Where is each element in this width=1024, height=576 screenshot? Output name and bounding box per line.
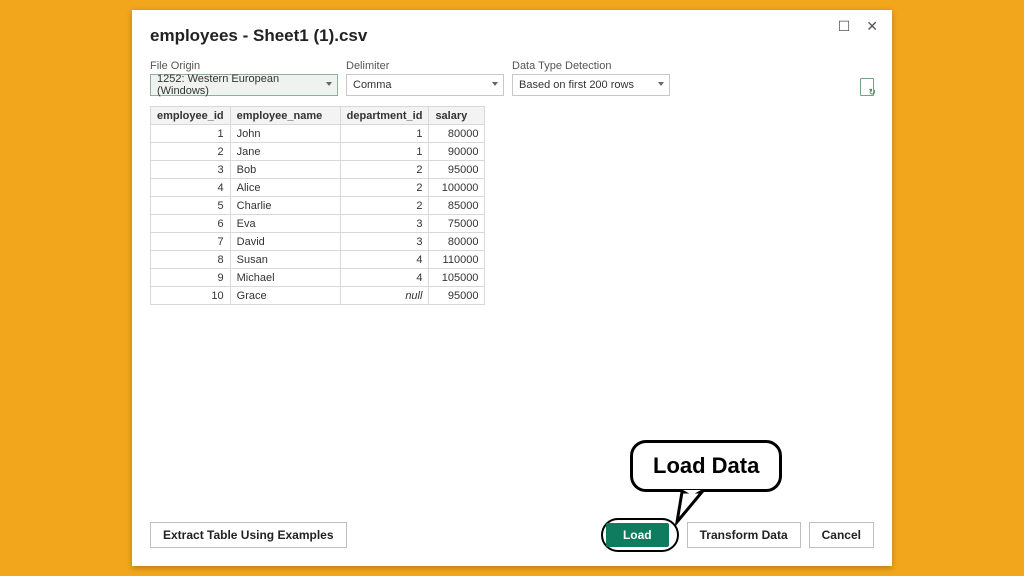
detection-dropdown[interactable]: Based on first 200 rows (512, 74, 670, 96)
cell: 2 (151, 143, 231, 161)
delimiter-label: Delimiter (346, 60, 504, 72)
cell: 75000 (429, 215, 485, 233)
col-header: salary (429, 107, 485, 125)
cell: 80000 (429, 125, 485, 143)
table-row: 7David380000 (151, 233, 485, 251)
table-row: 4Alice2100000 (151, 179, 485, 197)
cell: 80000 (429, 233, 485, 251)
col-header: employee_id (151, 107, 231, 125)
cell: 3 (340, 233, 429, 251)
load-button[interactable]: Load (606, 523, 669, 547)
cell: Bob (230, 161, 340, 179)
table-row: 6Eva375000 (151, 215, 485, 233)
cell: 90000 (429, 143, 485, 161)
detection-label: Data Type Detection (512, 60, 670, 72)
table-row: 1John180000 (151, 125, 485, 143)
cell: Charlie (230, 197, 340, 215)
cell: 105000 (429, 269, 485, 287)
annotation-text: Load Data (653, 453, 759, 478)
cell: 7 (151, 233, 231, 251)
table-row: 9Michael4105000 (151, 269, 485, 287)
chevron-down-icon (326, 82, 332, 86)
cell: 100000 (429, 179, 485, 197)
cell: 95000 (429, 161, 485, 179)
cell: 2 (340, 179, 429, 197)
cell: 2 (340, 197, 429, 215)
table-row: 2Jane190000 (151, 143, 485, 161)
dialog-title: employees - Sheet1 (1).csv (150, 26, 874, 46)
cell: 1 (151, 125, 231, 143)
table-row: 5Charlie285000 (151, 197, 485, 215)
dialog-footer: Extract Table Using Examples Load Transf… (150, 518, 874, 552)
file-origin-value: 1252: Western European (Windows) (157, 73, 319, 97)
detection-option: Data Type Detection Based on first 200 r… (512, 60, 670, 96)
cell: 1 (340, 125, 429, 143)
cell: Grace (230, 287, 340, 305)
table-header-row: employee_id employee_name department_id … (151, 107, 485, 125)
cell: null (340, 287, 429, 305)
delimiter-option: Delimiter Comma (346, 60, 504, 96)
detection-value: Based on first 200 rows (519, 79, 634, 91)
cell: 85000 (429, 197, 485, 215)
cell: John (230, 125, 340, 143)
cell: David (230, 233, 340, 251)
cell: 1 (340, 143, 429, 161)
load-button-highlight: Load (601, 518, 679, 552)
delimiter-dropdown[interactable]: Comma (346, 74, 504, 96)
cell: Susan (230, 251, 340, 269)
file-origin-dropdown[interactable]: 1252: Western European (Windows) (150, 74, 338, 96)
extract-table-button[interactable]: Extract Table Using Examples (150, 522, 347, 548)
window-controls: ☐ ✕ (834, 16, 882, 37)
chevron-down-icon (492, 82, 498, 86)
cell: 3 (340, 215, 429, 233)
cell: 5 (151, 197, 231, 215)
maximize-icon[interactable]: ☐ (834, 16, 855, 37)
cell: 3 (151, 161, 231, 179)
refresh-preview-icon[interactable] (860, 78, 874, 96)
cell: 4 (151, 179, 231, 197)
table-row: 10Gracenull95000 (151, 287, 485, 305)
cancel-button[interactable]: Cancel (809, 522, 874, 548)
file-origin-label: File Origin (150, 60, 338, 72)
cell: 2 (340, 161, 429, 179)
cell: 6 (151, 215, 231, 233)
cell: Jane (230, 143, 340, 161)
cell: 8 (151, 251, 231, 269)
cell: 4 (340, 251, 429, 269)
chevron-down-icon (658, 82, 664, 86)
cell: Michael (230, 269, 340, 287)
cell: Alice (230, 179, 340, 197)
annotation-callout: Load Data (630, 440, 782, 492)
import-options: File Origin 1252: Western European (Wind… (150, 60, 874, 96)
cell: 4 (340, 269, 429, 287)
col-header: department_id (340, 107, 429, 125)
cell: 110000 (429, 251, 485, 269)
col-header: employee_name (230, 107, 340, 125)
table-row: 3Bob295000 (151, 161, 485, 179)
cell: Eva (230, 215, 340, 233)
file-origin-option: File Origin 1252: Western European (Wind… (150, 60, 338, 96)
table-row: 8Susan4110000 (151, 251, 485, 269)
data-preview-table: employee_id employee_name department_id … (150, 106, 485, 305)
delimiter-value: Comma (353, 79, 392, 91)
cell: 95000 (429, 287, 485, 305)
close-icon[interactable]: ✕ (862, 16, 882, 37)
csv-preview-dialog: ☐ ✕ employees - Sheet1 (1).csv File Orig… (132, 10, 892, 566)
cell: 10 (151, 287, 231, 305)
cell: 9 (151, 269, 231, 287)
